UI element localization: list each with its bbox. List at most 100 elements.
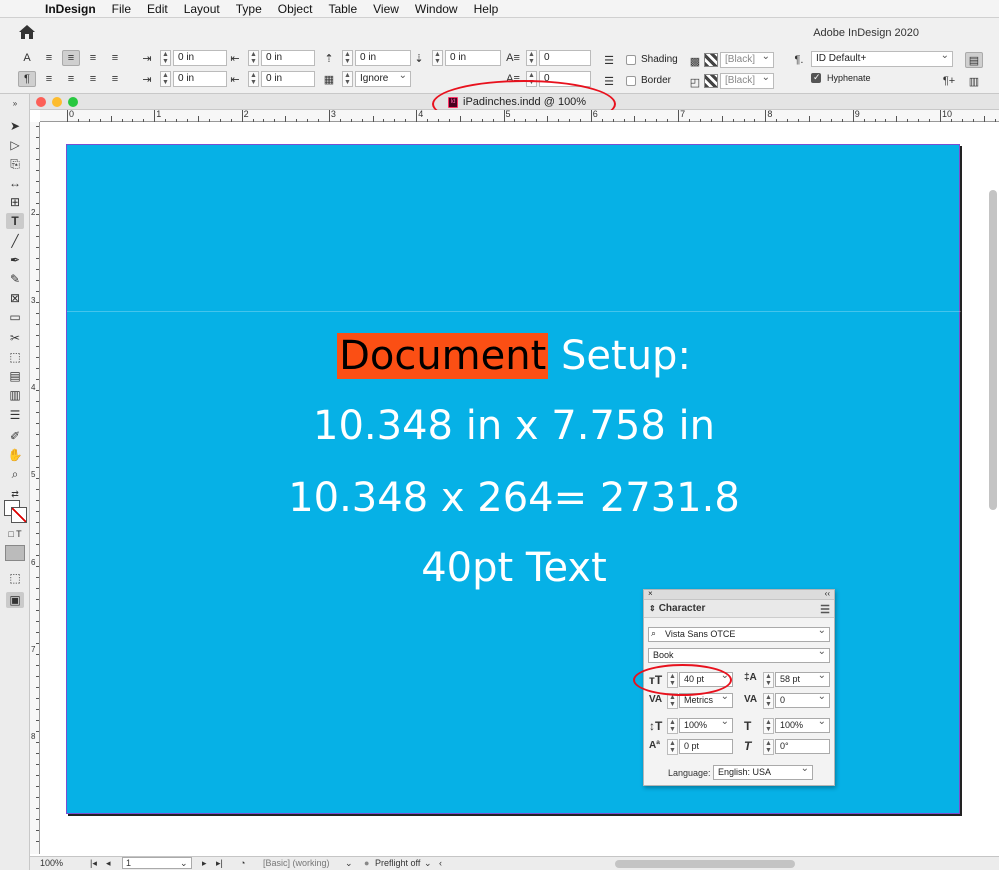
justify-center-icon[interactable]: ≡	[62, 71, 80, 87]
home-icon[interactable]	[18, 24, 36, 40]
drop-cap-lines-field[interactable]: 0	[539, 50, 591, 66]
text-line-1[interactable]: Document Setup:	[67, 333, 961, 379]
numbered-list-icon[interactable]: ☰	[600, 73, 618, 89]
last-line-field[interactable]: 0 in	[261, 71, 315, 87]
horizontal-scale-field[interactable]: 100%	[775, 716, 830, 733]
character-mode-icon[interactable]: A	[18, 50, 36, 66]
left-indent-field[interactable]: 0 in	[173, 50, 227, 66]
line-tool-icon[interactable]: ╱	[6, 233, 24, 249]
text-line-3[interactable]: 10.348 x 264= 2731.8	[67, 475, 961, 521]
menu-help[interactable]: Help	[467, 2, 508, 16]
baseline-shift-spinner[interactable]: ▲ ▼	[667, 739, 678, 755]
gap-tool-icon[interactable]: ↔	[6, 175, 24, 191]
gradient-swatch-tool-icon[interactable]: ▤	[6, 368, 24, 384]
menu-indesign[interactable]: InDesign	[38, 2, 105, 16]
last-line-spinner[interactable]: ▲ ▼	[248, 71, 259, 87]
hand-tool-icon[interactable]: ✋	[6, 447, 24, 463]
previous-page-icon[interactable]: ◂	[106, 858, 111, 869]
left-indent-spinner[interactable]: ▲ ▼	[160, 50, 171, 66]
zoom-tool-icon[interactable]: ⌕	[6, 466, 24, 482]
space-after-spinner[interactable]: ▲ ▼	[432, 50, 443, 66]
vertical-scale-spinner[interactable]: ▲ ▼	[667, 718, 678, 734]
text-line-4[interactable]: 40pt Text	[67, 545, 961, 591]
space-before-spinner[interactable]: ▲ ▼	[342, 50, 353, 66]
next-page-icon[interactable]: ▸	[202, 858, 207, 869]
panel-collapse-icon[interactable]: ‹‹	[825, 589, 830, 598]
paragraph-mode-icon[interactable]: ¶	[18, 71, 36, 87]
horizontal-scrollbar[interactable]	[615, 860, 795, 868]
justify-left-icon[interactable]: ≡	[40, 71, 58, 87]
type-tool-icon[interactable]: T	[6, 213, 24, 229]
menu-view[interactable]: View	[366, 2, 408, 16]
panel-toggle-icon[interactable]: ⇕	[649, 604, 656, 613]
zoom-level[interactable]: 100%	[40, 858, 63, 868]
shading-color-dropdown[interactable]: [Black]	[720, 52, 774, 68]
align-right-icon[interactable]: ≡	[84, 50, 102, 66]
apply-color-button[interactable]	[5, 545, 25, 561]
span-columns-icon[interactable]: ▥	[965, 73, 983, 89]
border-settings-icon[interactable]: ◰	[686, 74, 704, 90]
vertical-scrollbar[interactable]	[989, 190, 997, 510]
pencil-tool-icon[interactable]: ✎	[6, 271, 24, 287]
minimize-window-button[interactable]	[52, 97, 62, 107]
panel-menu-icon[interactable]: ☰	[820, 603, 830, 616]
language-dropdown[interactable]: English: USA	[713, 763, 813, 780]
selection-tool-icon[interactable]: ➤	[6, 118, 24, 134]
leading-spinner[interactable]: ▲ ▼	[763, 672, 774, 688]
space-before-field[interactable]: 0 in	[355, 50, 411, 66]
close-window-button[interactable]	[36, 97, 46, 107]
panel-close-icon[interactable]: ×	[648, 589, 653, 598]
align-towards-spine-icon[interactable]: ≡	[106, 50, 124, 66]
eyedropper-tool-icon[interactable]: ✐	[6, 428, 24, 444]
skew-field[interactable]: 0°	[775, 739, 830, 754]
content-collector-icon[interactable]: ⊞	[6, 194, 24, 210]
column-layout-icon[interactable]: ▤	[965, 52, 983, 68]
baseline-shift-field[interactable]: 0 pt	[679, 739, 733, 754]
scissors-tool-icon[interactable]: ✂	[6, 330, 24, 346]
font-family-dropdown[interactable]: Vista Sans OTCE	[648, 625, 830, 642]
horizontal-scale-spinner[interactable]: ▲ ▼	[763, 718, 774, 734]
menu-type[interactable]: Type	[229, 2, 271, 16]
stroke-swatch[interactable]	[11, 507, 27, 523]
vertical-scale-field[interactable]: 100%	[679, 716, 733, 733]
shading-checkbox[interactable]	[626, 54, 636, 65]
border-checkbox[interactable]	[626, 75, 636, 86]
bullet-list-icon[interactable]: ☰	[600, 52, 618, 68]
note-tool-icon[interactable]: ☰	[6, 407, 24, 423]
screen-mode-icon[interactable]: ⬚	[6, 570, 24, 586]
align-left-icon[interactable]: ≡	[40, 50, 58, 66]
text-line-2[interactable]: 10.348 in x 7.758 in	[67, 403, 961, 449]
menu-table[interactable]: Table	[321, 2, 366, 16]
gradient-feather-tool-icon[interactable]: ▥	[6, 387, 24, 403]
direct-selection-tool-icon[interactable]: ▷	[6, 137, 24, 153]
menu-window[interactable]: Window	[408, 2, 467, 16]
preflight-dropdown-icon[interactable]: ⌄	[424, 858, 432, 869]
status-dropdown-icon[interactable]: ⌄	[345, 858, 353, 869]
preflight-status[interactable]: Preflight off	[375, 858, 420, 868]
right-indent-spinner[interactable]: ▲ ▼	[248, 50, 259, 66]
border-color-dropdown[interactable]: [Black]	[720, 73, 774, 89]
tracking-field[interactable]: 0	[775, 691, 830, 708]
rectangle-tool-icon[interactable]: ▭	[6, 309, 24, 325]
first-page-icon[interactable]: |◂	[90, 858, 97, 869]
formatting-container-icon[interactable]: □ T	[6, 526, 24, 542]
zoom-window-button[interactable]	[68, 97, 78, 107]
paragraph-style-dropdown[interactable]: ID Default+	[811, 51, 953, 67]
align-grid-spinner[interactable]: ▲ ▼	[342, 71, 353, 87]
shading-settings-icon[interactable]: ▩	[686, 53, 704, 69]
menu-layout[interactable]: Layout	[177, 2, 229, 16]
right-indent-field[interactable]: 0 in	[261, 50, 315, 66]
page-dropdown-icon[interactable]: ⌄	[180, 858, 188, 869]
rectangle-frame-tool-icon[interactable]: ⊠	[6, 290, 24, 306]
menu-edit[interactable]: Edit	[140, 2, 177, 16]
leading-field[interactable]: 58 pt	[775, 670, 830, 687]
font-style-dropdown[interactable]: Book	[648, 646, 830, 663]
vertical-ruler[interactable]: 2 3 4 5 6 7 8	[30, 122, 40, 854]
first-line-spinner[interactable]: ▲ ▼	[160, 71, 171, 87]
free-transform-tool-icon[interactable]: ⬚	[6, 349, 24, 365]
hyphenate-checkbox[interactable]	[811, 72, 821, 83]
drop-cap-lines-spinner[interactable]: ▲ ▼	[526, 50, 537, 66]
last-page-icon[interactable]: ▸|	[216, 858, 223, 869]
page-tool-icon[interactable]: ⎘	[6, 156, 24, 172]
open-file-icon[interactable]: ◔	[240, 858, 245, 868]
